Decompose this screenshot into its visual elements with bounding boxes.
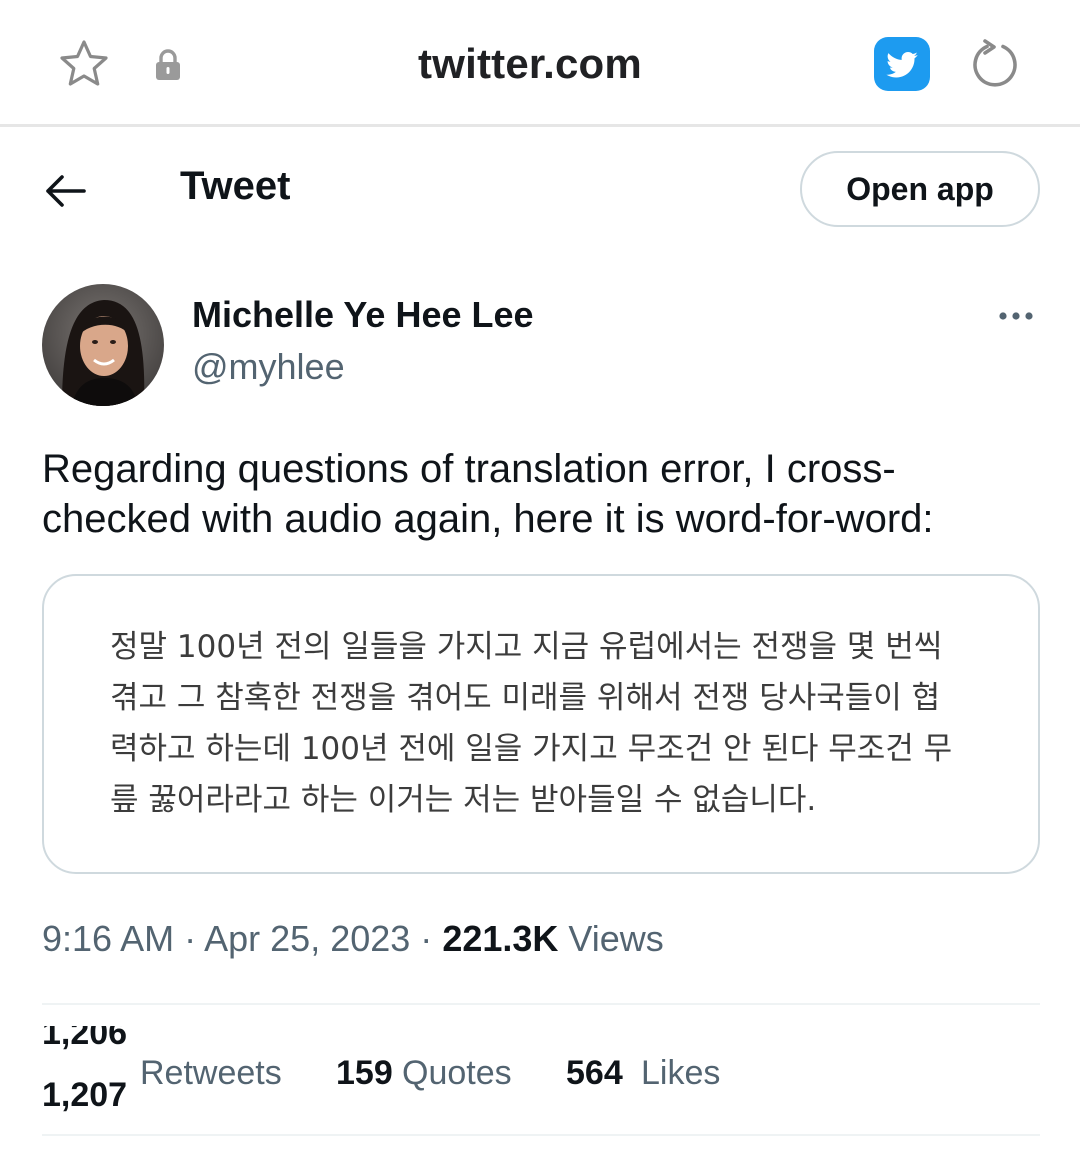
lock-icon [156,49,180,80]
author-name[interactable]: Michelle Ye Hee Lee [192,294,534,336]
likes-count[interactable]: 564 [566,1054,623,1093]
separator: · [420,918,433,959]
image-text: 정말 100년 전의 일들을 가지고 지금 유럽에서는 전쟁을 몇 번씩 겪고 … [110,622,970,826]
browser-address-bar: twitter.com [0,0,1080,127]
quotes-label[interactable]: Quotes [402,1054,512,1093]
back-arrow-icon[interactable] [42,168,88,214]
page-title: Tweet [180,164,291,208]
twitter-icon[interactable] [874,37,930,91]
image-text-line: 겪고 그 참혹한 전쟁을 겪어도 미래를 위해서 전쟁 당사국들이 협 [110,680,941,716]
tweet-date[interactable]: Apr 25, 2023 [204,918,410,959]
views-label: Views [568,918,664,959]
separator: · [184,918,197,959]
tweet-time[interactable]: 9:16 AM [42,918,174,959]
url-text[interactable]: twitter.com [340,40,720,88]
tweet-meta: 9:16 AM · Apr 25, 2023 · 221.3K Views [42,918,664,960]
author-handle[interactable]: @myhlee [192,346,345,388]
divider [42,1003,1040,1005]
reload-icon[interactable] [968,38,1022,92]
tweet-stats: 1,206 1,207 Retweets 159 Quotes 564 Like… [42,1026,1042,1126]
retweets-count: 1,207 [42,1076,128,1114]
open-app-button[interactable]: Open app [800,151,1040,227]
retweets-label[interactable]: Retweets [140,1054,282,1093]
retweets-count-previous: 1,206 [42,1026,128,1052]
tweet-image[interactable]: 정말 100년 전의 일들을 가지고 지금 유럽에서는 전쟁을 몇 번씩 겪고 … [42,574,1040,874]
image-text-line: 력하고 하는데 100년 전에 일을 가지고 무조건 안 된다 무조건 무 [110,731,953,767]
avatar[interactable] [42,284,164,406]
tweet-text: Regarding questions of translation error… [42,447,934,541]
star-icon[interactable] [58,38,110,90]
image-text-line: 릎 꿇어라라고 하는 이거는 저는 받아들일 수 없습니다. [110,782,817,818]
quotes-count[interactable]: 159 [336,1054,393,1093]
likes-label[interactable]: Likes [641,1054,720,1093]
divider [42,1134,1040,1136]
image-text-line: 정말 100년 전의 일들을 가지고 지금 유럽에서는 전쟁을 몇 번씩 [110,629,943,665]
views-count: 221.3K [442,918,559,959]
more-options-icon[interactable] [996,306,1036,326]
